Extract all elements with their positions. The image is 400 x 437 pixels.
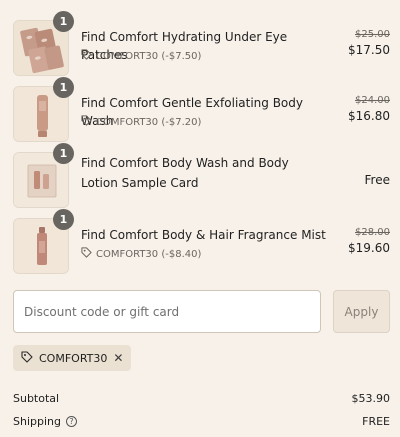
- shipping-label: Shipping: [13, 414, 61, 428]
- help-circle-icon[interactable]: ?: [66, 415, 77, 427]
- item-prices: $25.00 $17.50: [348, 28, 390, 59]
- tag-icon: [81, 247, 92, 261]
- discounted-price: $17.50: [348, 43, 390, 57]
- order-summary: 1 Find Comfort Hydrating Under Eye Patch…: [0, 0, 400, 437]
- line-item: 1 Find Comfort Gentle Exfoliating Body W…: [0, 77, 400, 146]
- discounted-price: $19.60: [348, 241, 390, 255]
- applied-discount-chip: COMFORT30 ✕: [13, 345, 132, 371]
- tag-icon: [21, 350, 33, 366]
- shipping-value: FREE: [362, 414, 390, 428]
- item-price-free: Free: [364, 173, 390, 187]
- line-item: 1 Find Comfort Body Wash and Body Lotion…: [0, 143, 400, 212]
- subtotal-label: Subtotal: [13, 391, 60, 405]
- original-price: $28.00: [355, 227, 390, 238]
- item-discount: COMFORT30 (-$8.40): [81, 247, 201, 261]
- discount-code-input[interactable]: [13, 290, 321, 333]
- applied-code-label: COMFORT30: [39, 351, 108, 365]
- apply-button[interactable]: Apply: [333, 290, 390, 333]
- original-price: $24.00: [355, 95, 390, 106]
- item-prices: $28.00 $19.60: [348, 226, 390, 257]
- quantity-badge: 1: [53, 11, 74, 32]
- item-name: Find Comfort Body & Hair Fragrance Mist: [81, 228, 326, 242]
- line-item: 1 Find Comfort Body & Hair Fragrance Mis…: [0, 209, 400, 278]
- tag-icon: [81, 49, 92, 63]
- quantity-badge: 1: [53, 209, 74, 230]
- shipping-row: Shipping ? FREE: [13, 412, 390, 430]
- line-item: 1 Find Comfort Hydrating Under Eye Patch…: [0, 11, 400, 80]
- original-price: $25.00: [355, 29, 390, 40]
- quantity-badge: 1: [53, 143, 74, 164]
- discount-label: COMFORT30 (-$7.50): [96, 50, 202, 62]
- subtotal-value: $53.90: [351, 391, 391, 405]
- subtotal-row: Subtotal $53.90: [13, 389, 390, 407]
- discount-label: COMFORT30 (-$8.40): [96, 248, 202, 260]
- item-discount: COMFORT30 (-$7.20): [81, 115, 201, 129]
- item-name: Find Comfort Body Wash and Body Lotion S…: [81, 156, 289, 190]
- discount-label: COMFORT30 (-$7.20): [96, 116, 202, 128]
- item-discount: COMFORT30 (-$7.50): [81, 49, 201, 63]
- quantity-badge: 1: [53, 77, 74, 98]
- item-prices: $24.00 $16.80: [348, 94, 390, 125]
- discounted-price: $16.80: [348, 109, 390, 123]
- tag-icon: [81, 115, 92, 129]
- close-icon[interactable]: ✕: [113, 351, 123, 365]
